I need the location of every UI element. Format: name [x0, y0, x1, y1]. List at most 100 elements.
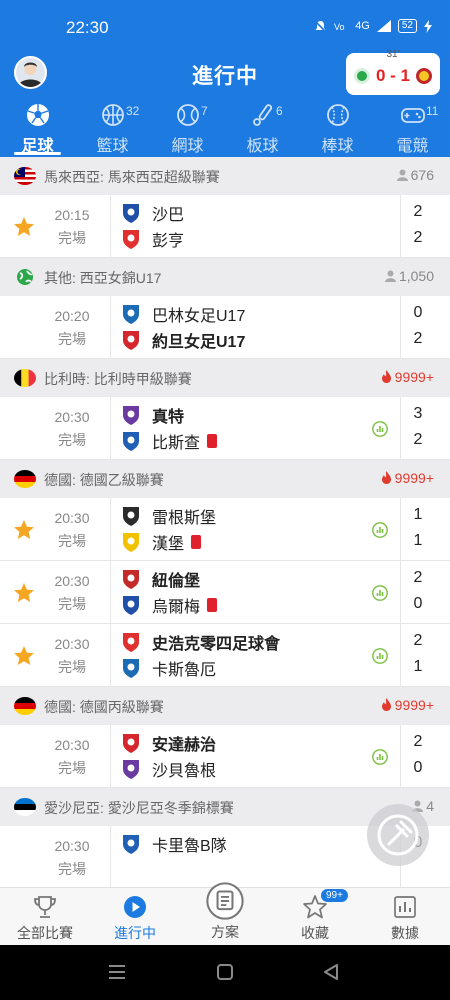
- divider: [110, 397, 111, 459]
- gamepad-icon: [400, 108, 425, 123]
- match-stats-icon[interactable]: [372, 648, 388, 664]
- team-name: 比斯查: [152, 435, 201, 452]
- league-viewer-count: 9999+: [381, 369, 434, 385]
- team-name: 紐倫堡: [152, 573, 201, 590]
- signal-icon: [376, 20, 391, 32]
- status-bar: 22:30 Vo 4G 52: [0, 0, 450, 50]
- nav-plans[interactable]: 方案: [180, 882, 270, 945]
- league-viewer-count: 9999+: [381, 470, 434, 486]
- team-name: 沙巴: [152, 207, 185, 224]
- live-match-card[interactable]: 31' 0 - 1: [346, 49, 440, 95]
- favorite-star-icon[interactable]: [12, 644, 36, 668]
- tab-tennis[interactable]: 7 網球: [150, 100, 225, 155]
- league-header[interactable]: 其他: 西亞女錦U17 1,050: [0, 258, 450, 296]
- league-name: 愛沙尼亞: 愛沙尼亞冬季錦標賽: [44, 800, 234, 816]
- sport-tabs: 足球 32 籃球 7 網球 6 板球 棒球 11 電競: [0, 100, 450, 155]
- country-flag-icon: [14, 167, 36, 185]
- nav-all-matches[interactable]: 全部比賽: [0, 888, 90, 945]
- match-row[interactable]: 20:20 完場 巴林女足U17 0 約旦女足U17 2: [0, 296, 450, 359]
- match-status: 完場: [58, 432, 86, 448]
- nav-label: 數據: [391, 925, 419, 941]
- team-name: 彭亨: [152, 233, 185, 250]
- match-list[interactable]: 待定阿塞拜疆U17馬來西亞: 馬來西亞超級聯賽67620:15完場沙巴2彭亨2其…: [0, 157, 450, 887]
- match-time: 20:30: [54, 510, 90, 526]
- league-header[interactable]: 德國: 德國乙級聯賽 9999+: [0, 460, 450, 498]
- tab-baseball[interactable]: 棒球: [300, 100, 375, 155]
- away-team: 烏爾梅: [120, 593, 218, 617]
- favorite-star-icon[interactable]: [12, 581, 36, 605]
- favorite-star-icon[interactable]: [12, 518, 36, 542]
- match-time: 20:30: [54, 737, 90, 753]
- network-type: 4G: [355, 20, 370, 32]
- pin-icon: [377, 814, 419, 856]
- divider: [400, 498, 401, 560]
- match-status: 完場: [58, 596, 86, 612]
- match-time: 20:30: [54, 409, 90, 425]
- back-icon[interactable]: [322, 963, 340, 981]
- match-row[interactable]: 20:30 完場 雷根斯堡 1 漢堡 1: [0, 498, 450, 561]
- match-row[interactable]: 20:30 完場 史浩克零四足球會 2 卡斯魯厄 1: [0, 624, 450, 687]
- tab-count: 11: [426, 104, 439, 118]
- team-name: 雷根斯堡: [152, 510, 217, 527]
- home-team: 巴林女足U17: [120, 302, 245, 326]
- match-row[interactable]: 20:30 完場 真特 3 比斯查 2: [0, 397, 450, 460]
- nav-data[interactable]: 數據: [360, 888, 450, 945]
- home-score: 0: [413, 304, 423, 321]
- country-flag-icon: [14, 470, 36, 488]
- match-stats-icon[interactable]: [372, 522, 388, 538]
- league-count-value: 676: [410, 167, 434, 183]
- favorite-star-icon[interactable]: [12, 215, 36, 239]
- floating-action-button[interactable]: [367, 804, 429, 866]
- league-name: 德國: 德國乙級聯賽: [44, 472, 164, 488]
- league-count-value: 9999+: [394, 369, 434, 385]
- team-name: 沙貝魯根: [152, 763, 217, 780]
- tab-label: 足球: [21, 138, 54, 155]
- nav-favorites[interactable]: 99+ 收藏: [270, 888, 360, 945]
- league-header[interactable]: 馬來西亞: 馬來西亞超級聯賽 676: [0, 157, 450, 195]
- match-status: 完場: [58, 659, 86, 675]
- tab-esports[interactable]: 11 電競: [375, 100, 450, 155]
- home-team: 雷根斯堡: [120, 504, 216, 528]
- nav-in-progress[interactable]: 進行中: [90, 888, 180, 945]
- menu-icon[interactable]: [108, 964, 126, 980]
- bar-chart-icon: [394, 896, 416, 918]
- match-stats-icon[interactable]: [372, 421, 388, 437]
- match-row[interactable]: 20:30 完場 紐倫堡 2 烏爾梅 0: [0, 561, 450, 624]
- team-logo: [120, 758, 142, 780]
- match-status: 完場: [58, 760, 86, 776]
- away-score: 1: [413, 658, 423, 675]
- team-name: 真特: [152, 409, 185, 426]
- match-status: 完場: [58, 533, 86, 549]
- status-time: 22:30: [66, 18, 109, 37]
- home-team: 卡里魯B隊: [120, 832, 227, 856]
- tab-count: 32: [126, 104, 140, 118]
- tab-basketball[interactable]: 32 籃球: [75, 100, 150, 155]
- home-score: 2: [413, 733, 423, 750]
- league-header[interactable]: 比利時: 比利時甲級聯賽 9999+: [0, 359, 450, 397]
- tab-cricket[interactable]: 6 板球: [225, 100, 300, 155]
- tab-label: 籃球: [96, 138, 129, 155]
- divider: [110, 296, 111, 358]
- person-icon: [384, 268, 399, 284]
- nav-label: 進行中: [114, 925, 156, 941]
- country-flag-icon: [14, 697, 36, 715]
- home-icon[interactable]: [216, 963, 234, 981]
- tab-label: 網球: [171, 138, 204, 155]
- red-card-icon: [207, 434, 218, 448]
- basketball-icon: [101, 104, 124, 126]
- league-name: 馬來西亞: 馬來西亞超級聯賽: [44, 169, 220, 185]
- match-row[interactable]: 20:30 完場 安達赫治 2 沙貝魯根 0: [0, 725, 450, 788]
- nav-label: 收藏: [301, 925, 329, 941]
- divider: [110, 195, 111, 257]
- league-header[interactable]: 德國: 德國丙級聯賽 9999+: [0, 687, 450, 725]
- match-time: 20:30: [54, 636, 90, 652]
- home-score: 2: [413, 569, 423, 586]
- league-name: 其他: 西亞女錦U17: [44, 270, 162, 286]
- home-team: 沙巴: [120, 201, 184, 225]
- match-stats-icon[interactable]: [372, 749, 388, 765]
- system-navigation-bar: [0, 945, 450, 1000]
- divider: [110, 561, 111, 623]
- match-row[interactable]: 20:15 完場 沙巴 2 彭亨 2: [0, 195, 450, 258]
- match-stats-icon[interactable]: [372, 585, 388, 601]
- tab-football[interactable]: 足球: [0, 100, 75, 155]
